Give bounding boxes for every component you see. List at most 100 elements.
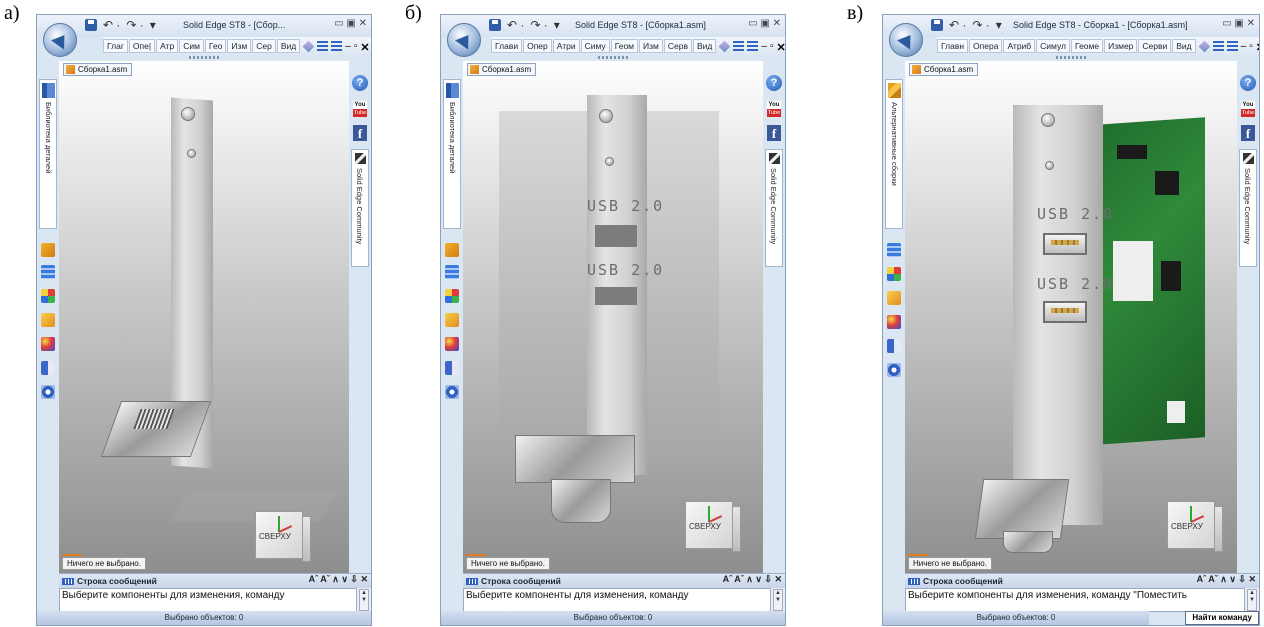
restore-doc-icon[interactable]: ▫: [1249, 41, 1253, 52]
tab-home[interactable]: Глаг: [103, 39, 128, 53]
youtube-icon[interactable]: You Tube: [1241, 101, 1255, 117]
qat-dropdown-icon[interactable]: ▾: [150, 18, 156, 32]
layers-icon[interactable]: [445, 265, 459, 279]
document-tab[interactable]: Сборка1.asm: [63, 63, 133, 76]
redo-icon[interactable]: ↷ ·: [126, 18, 143, 32]
layout-icon[interactable]: [317, 40, 329, 52]
tab-geometry[interactable]: Геом: [610, 39, 639, 53]
tab-simulation[interactable]: Сим: [179, 39, 204, 53]
application-button[interactable]: [447, 23, 481, 57]
save-icon[interactable]: [85, 19, 97, 31]
tab-geometry[interactable]: Гео: [204, 39, 227, 53]
tab-measure[interactable]: Изм: [227, 39, 252, 53]
redo-icon[interactable]: ↷ ·: [972, 18, 989, 32]
usb-cutout-bottom[interactable]: [595, 287, 637, 305]
facebook-icon[interactable]: f: [353, 125, 367, 141]
graphics-window[interactable]: Сборка1.asm USB 2.0 USB 2.0 СВЕРХУ Ничег…: [905, 61, 1237, 573]
front-panel-part[interactable]: [587, 95, 647, 475]
close-doc-icon[interactable]: ✕: [777, 41, 786, 54]
restore-doc-icon[interactable]: ▫: [354, 41, 358, 52]
panel-screw-top[interactable]: [1041, 113, 1055, 127]
tab-measure[interactable]: Изм: [639, 39, 663, 53]
message-scrollbar[interactable]: ▲ ▼: [773, 589, 783, 611]
message-bar-controls[interactable]: Aˆ Aˇ ∧ ∨ ⇩ ✕: [723, 574, 782, 585]
application-button[interactable]: [889, 23, 923, 57]
family-of-parts-icon[interactable]: [41, 337, 55, 351]
view-cube[interactable]: СВЕРХУ: [685, 501, 741, 552]
ribbon-grip[interactable]: [1056, 56, 1086, 59]
tab-attributes[interactable]: Атриб: [1003, 39, 1036, 53]
panel-screw-small[interactable]: [187, 149, 196, 158]
solid-edge-community-tab[interactable]: Solid Edge Community: [1239, 149, 1257, 267]
graphics-window[interactable]: Сборка1.asm СВЕРХУ Ничего не выбрано.: [59, 61, 349, 573]
window-controls[interactable]: ▭ ▣ ✕: [748, 18, 781, 29]
find-command-box[interactable]: Найти команду: [1185, 611, 1259, 625]
usb-port-bottom[interactable]: [1043, 301, 1087, 323]
tab-service[interactable]: Серви: [1138, 39, 1172, 53]
ribbon-grip[interactable]: [598, 56, 628, 59]
feature-library-icon[interactable]: [887, 291, 901, 305]
tab-view[interactable]: Вид: [276, 39, 301, 53]
tab-home[interactable]: Главн: [937, 39, 969, 53]
document-tab[interactable]: Сборка1.asm: [467, 63, 537, 76]
style-gem-icon[interactable]: [719, 40, 731, 52]
engineering-reference-icon[interactable]: [41, 385, 55, 399]
facebook-icon[interactable]: f: [767, 125, 781, 141]
close-doc-icon[interactable]: ✕: [360, 41, 369, 54]
youtube-icon[interactable]: You Tube: [767, 101, 781, 117]
tab-geometry[interactable]: Геоме: [1071, 39, 1104, 53]
youtube-icon[interactable]: You Tube: [353, 101, 367, 117]
feature-library-icon[interactable]: [41, 313, 55, 327]
save-icon[interactable]: [489, 19, 501, 31]
usb-cutout-top[interactable]: [595, 225, 637, 247]
layout-alt-icon[interactable]: [331, 40, 343, 52]
sensors-icon[interactable]: [445, 361, 459, 375]
tab-measure[interactable]: Измер: [1104, 39, 1138, 53]
view-cube[interactable]: СВЕРХУ: [255, 511, 311, 562]
solid-edge-community-tab[interactable]: Solid Edge Community: [765, 149, 783, 267]
assembly-pathfinder-icon[interactable]: [41, 243, 55, 257]
window-controls[interactable]: ▭ ▣ ✕: [1222, 18, 1255, 29]
help-icon[interactable]: ?: [766, 75, 782, 91]
view-cube[interactable]: СВЕРХУ: [1167, 501, 1223, 552]
tab-operations[interactable]: Опер: [523, 39, 552, 53]
style-gem-icon[interactable]: [1198, 40, 1210, 52]
tab-operations[interactable]: Опе|: [128, 39, 156, 53]
tab-operations[interactable]: Опера: [969, 39, 1003, 53]
message-scrollbar[interactable]: ▲ ▼: [1247, 589, 1257, 611]
message-bar-controls[interactable]: Aˆ Aˇ ∧ ∨ ⇩ ✕: [309, 574, 368, 585]
alternate-assemblies-tab[interactable]: Альтернативные сборки: [885, 79, 903, 229]
family-of-parts-icon[interactable]: [445, 337, 459, 351]
ribbon-grip[interactable]: [189, 56, 219, 59]
family-of-parts-icon[interactable]: [887, 315, 901, 329]
tab-simulation[interactable]: Симул: [1036, 39, 1071, 53]
select-tools-icon[interactable]: [41, 289, 55, 303]
tab-view[interactable]: Вид: [693, 39, 717, 53]
message-bar-controls[interactable]: Aˆ Aˇ ∧ ∨ ⇩ ✕: [1197, 574, 1256, 585]
panel-screw-top[interactable]: [181, 107, 195, 121]
tab-home[interactable]: Глави: [491, 39, 523, 53]
layout-icon[interactable]: [733, 40, 745, 52]
tab-view[interactable]: Вид: [1172, 39, 1196, 53]
undo-icon[interactable]: ↶ ·: [103, 18, 120, 32]
layout-alt-icon[interactable]: [1226, 40, 1238, 52]
layout-alt-icon[interactable]: [747, 40, 759, 52]
select-tools-icon[interactable]: [887, 267, 901, 281]
graphics-window[interactable]: Сборка1.asm USB 2.0 USB 2.0 СВЕРХУ Ничег…: [463, 61, 763, 573]
restore-doc-icon[interactable]: ▫: [770, 41, 774, 52]
parts-library-tab[interactable]: Библиотека деталей: [39, 79, 57, 229]
minimize-doc-icon[interactable]: –: [1241, 41, 1247, 52]
facebook-icon[interactable]: f: [1241, 125, 1255, 141]
undo-icon[interactable]: ↶ ·: [507, 18, 524, 32]
qat-dropdown-icon[interactable]: ▾: [996, 18, 1002, 32]
ejector-handle-part[interactable]: [551, 479, 611, 523]
ejector-handle-part[interactable]: [1003, 531, 1053, 553]
layout-icon[interactable]: [1212, 40, 1224, 52]
feature-library-icon[interactable]: [445, 313, 459, 327]
usb-port-top[interactable]: [1043, 233, 1087, 255]
solid-edge-community-tab[interactable]: Solid Edge Community: [351, 149, 369, 267]
layers-icon[interactable]: [887, 243, 901, 257]
qat-dropdown-icon[interactable]: ▾: [554, 18, 560, 32]
layers-icon[interactable]: [41, 265, 55, 279]
panel-screw-top[interactable]: [599, 109, 613, 123]
